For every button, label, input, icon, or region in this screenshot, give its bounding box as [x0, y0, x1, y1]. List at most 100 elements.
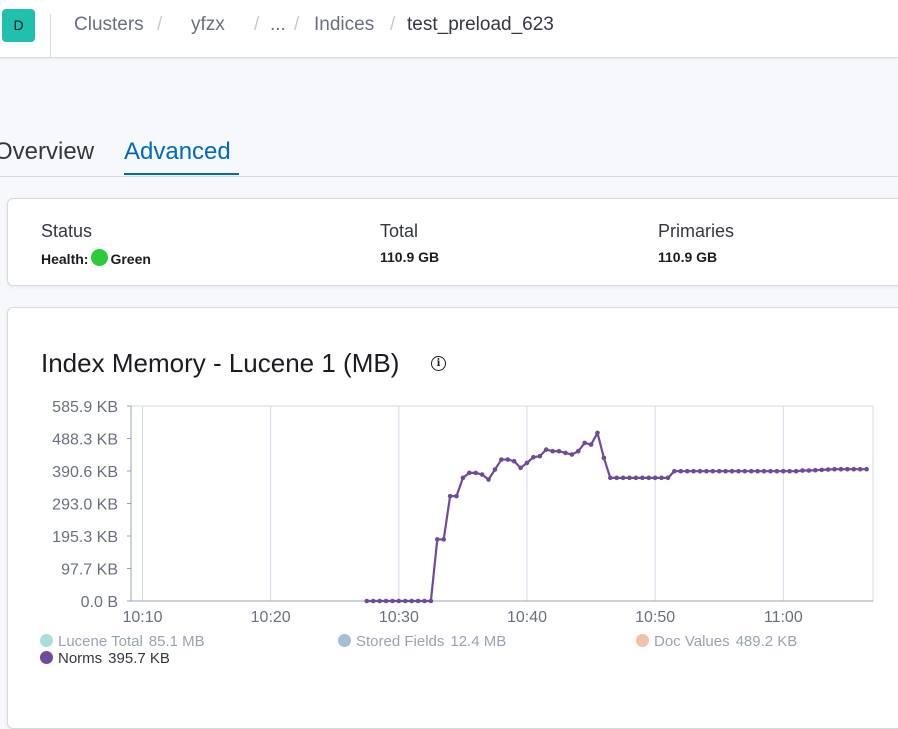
data-point: [697, 468, 703, 474]
breadcrumb-separator: /: [254, 14, 260, 35]
total-value: 110.9 GB: [380, 249, 440, 265]
data-point: [505, 457, 511, 462]
data-point: [774, 468, 780, 474]
summary-panel: Status Health: Green Total 110.9 GB Prima…: [7, 198, 898, 286]
health-label: Health:: [41, 251, 89, 267]
data-point: [684, 468, 690, 474]
breadcrumb-ellipsis[interactable]: ...: [270, 14, 286, 36]
data-point: [537, 453, 543, 459]
data-point: [761, 468, 767, 474]
data-point: [582, 440, 587, 446]
data-point: [864, 466, 869, 472]
legend-name: Norms: [58, 650, 103, 667]
data-point: [607, 475, 613, 481]
data-point: [793, 468, 799, 474]
y-tick-label: 195.3 KB: [52, 529, 118, 546]
header-divider: [50, 14, 51, 57]
y-tick-label: 0.0 B: [81, 594, 118, 611]
data-point: [492, 467, 498, 472]
data-point: [402, 598, 408, 604]
legend-name: Lucene Total: [58, 633, 143, 650]
health-status: Health: Green: [41, 249, 151, 267]
tab-overview[interactable]: Overview: [0, 138, 94, 166]
data-point: [659, 475, 664, 481]
data-point: [633, 475, 639, 481]
data-point: [748, 468, 754, 474]
y-tick-label: 488.3 KB: [52, 432, 118, 449]
index-memory-chart: 585.9 KB 488.3 KB 390.6 KB 293.0 KB 195.3 KB…: [52, 399, 874, 626]
data-point: [588, 442, 594, 447]
legend-dot-icon: [40, 634, 53, 647]
data-point: [486, 477, 491, 482]
legend-dot-icon: [40, 651, 53, 664]
data-point: [640, 475, 645, 481]
data-point: [415, 598, 421, 604]
chart-title: Index Memory - Lucene 1 (MB): [41, 348, 400, 378]
data-point: [396, 598, 402, 604]
data-point: [454, 493, 459, 499]
legend-item-stored-fields[interactable]: Stored Fields 12.4 MB: [338, 633, 506, 650]
breadcrumb-cluster[interactable]: yfzx: [191, 14, 225, 36]
data-point: [742, 468, 748, 474]
data-point: [627, 475, 632, 481]
data-point: [460, 475, 466, 481]
primaries-title: Primaries: [658, 221, 735, 241]
legend-name: Stored Fields: [356, 633, 445, 650]
data-point: [832, 466, 837, 472]
x-tick-label: 10:10: [123, 609, 163, 626]
data-point: [851, 466, 857, 472]
data-point: [370, 598, 376, 604]
data-point: [467, 470, 472, 476]
data-point: [691, 468, 696, 474]
info-icon[interactable]: i: [431, 356, 446, 371]
health-dot-icon: [91, 249, 109, 266]
data-point: [563, 450, 568, 456]
data-point: [569, 452, 575, 457]
deployment-avatar[interactable]: D: [2, 9, 35, 42]
breadcrumb-indices[interactable]: Indices: [314, 14, 374, 36]
data-point: [543, 447, 549, 452]
breadcrumb-separator: /: [390, 14, 396, 35]
data-point: [646, 475, 652, 481]
active-tab-indicator: [124, 173, 239, 175]
data-point: [518, 465, 523, 471]
data-point: [723, 468, 728, 474]
data-point: [601, 455, 607, 461]
breadcrumb-clusters[interactable]: Clusters: [74, 14, 144, 36]
data-point: [595, 430, 600, 436]
health-value: Green: [110, 251, 151, 267]
data-point: [434, 537, 440, 542]
data-point: [441, 537, 446, 542]
data-point: [377, 598, 382, 604]
data-point: [678, 468, 684, 474]
tab-advanced[interactable]: Advanced: [124, 138, 231, 166]
breadcrumb-separator: /: [294, 14, 300, 35]
data-point: [428, 598, 434, 604]
legend-item-lucene-total[interactable]: Lucene Total 85.1 MB: [40, 633, 205, 650]
legend-item-doc-values[interactable]: Doc Values 489.2 KB: [636, 633, 797, 650]
data-point: [845, 466, 850, 472]
data-point: [422, 598, 427, 604]
data-point: [838, 466, 844, 472]
breadcrumb-current-index: test_preload_623: [407, 14, 554, 35]
data-point: [825, 467, 831, 472]
data-point: [473, 470, 479, 476]
legend-item-norms[interactable]: Norms 395.7 KB: [40, 650, 170, 667]
x-tick-label: 10:40: [507, 609, 547, 626]
data-point: [819, 467, 825, 473]
data-point: [409, 598, 414, 604]
legend-value: 12.4 MB: [450, 633, 507, 650]
data-point: [620, 475, 626, 481]
data-point: [614, 475, 619, 481]
legend-value: 395.7 KB: [108, 650, 170, 667]
data-point: [531, 454, 536, 460]
tab-bar: Overview Advanced: [0, 130, 898, 177]
legend-name: Doc Values: [654, 633, 730, 650]
data-point: [800, 468, 805, 473]
x-tick-label: 10:20: [251, 609, 291, 626]
data-point: [511, 458, 517, 464]
y-tick-label: 293.0 KB: [52, 497, 118, 514]
x-tick-label: 11:00: [764, 609, 803, 626]
data-point: [556, 448, 562, 454]
y-tick-label: 97.7 KB: [61, 562, 118, 579]
